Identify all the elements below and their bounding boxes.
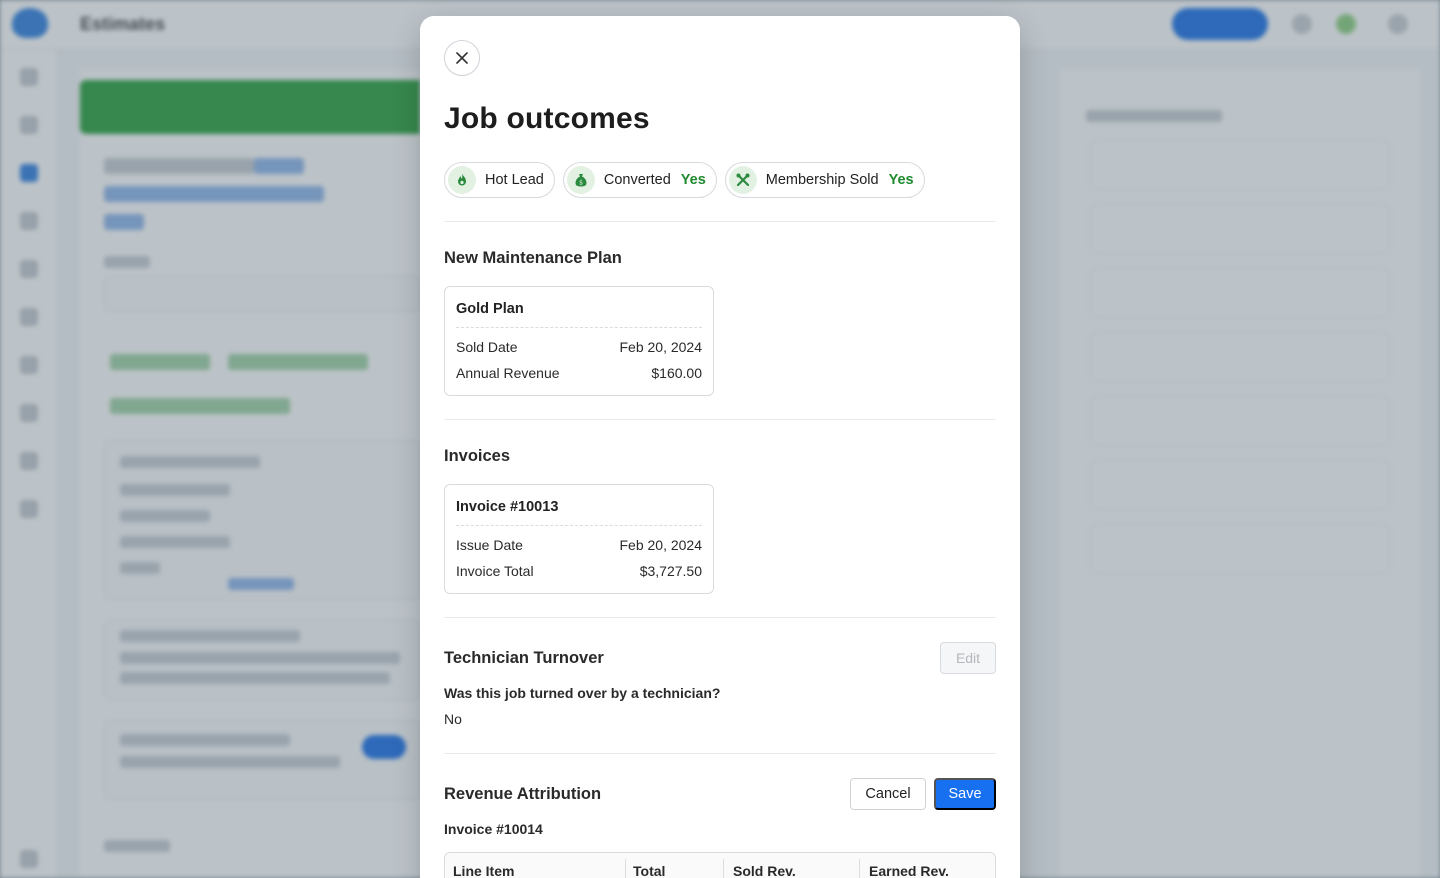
column-separator [625,859,626,878]
turnover-question: Was this job turned over by a technician… [444,685,721,701]
divider [444,753,996,754]
svg-text:$: $ [579,179,583,186]
maintenance-section-title: New Maintenance Plan [444,249,622,267]
close-icon [456,52,468,64]
sold-date-label: Sold Date [456,339,518,355]
invoice-total-value: $3,727.50 [639,563,702,579]
badge-label: Hot Lead [485,172,544,188]
tools-icon [728,166,757,194]
edit-button[interactable]: Edit [940,642,996,674]
badge-value: Yes [680,172,706,188]
annual-revenue-label: Annual Revenue [456,365,560,381]
invoice-total-label: Invoice Total [456,563,534,579]
invoice-number: Invoice #10013 [456,499,559,515]
column-header-sold-rev: Sold Rev. [733,863,796,878]
revenue-section-title: Revenue Attribution [444,785,602,803]
annual-revenue-value: $160.00 [651,365,702,381]
close-button[interactable] [444,40,480,76]
divider [444,221,996,222]
job-outcomes-modal: Job outcomes Hot Lead $ Converted Yes Me… [420,16,1020,878]
card-divider [456,525,702,526]
sold-date-row: Sold Date Feb 20, 2024 [456,339,702,355]
invoices-section-title: Invoices [444,447,511,465]
divider [444,617,996,618]
invoice-total-row: Invoice Total $3,727.50 [456,563,702,579]
column-separator [859,859,860,878]
cancel-button[interactable]: Cancel [850,778,926,810]
issue-date-value: Feb 20, 2024 [619,537,702,553]
column-header-total: Total [633,863,666,878]
card-divider [456,327,702,328]
line-item-table: Line Item Total Sold Rev. Earned Rev. [444,852,996,878]
sold-date-value: Feb 20, 2024 [619,339,702,355]
hot-lead-badge: Hot Lead [444,162,555,198]
badge-value: Yes [888,172,914,188]
membership-sold-badge: Membership Sold Yes [724,162,925,198]
issue-date-label: Issue Date [456,537,523,553]
outcome-badges: Hot Lead $ Converted Yes Membership Sold… [444,162,925,198]
badge-label: Converted [603,172,671,188]
issue-date-row: Issue Date Feb 20, 2024 [456,537,702,553]
column-header-line-item: Line Item [453,863,515,878]
invoice-card[interactable]: Invoice #10013 Issue Date Feb 20, 2024 I… [444,484,714,594]
plan-name: Gold Plan [456,301,524,317]
column-header-earned-rev: Earned Rev. [869,863,949,878]
maintenance-plan-card[interactable]: Gold Plan Sold Date Feb 20, 2024 Annual … [444,286,714,396]
revenue-invoice-label: Invoice #10014 [444,821,543,837]
badge-label: Membership Sold [765,172,879,188]
money-bag-icon: $ [566,166,595,194]
converted-badge: $ Converted Yes [562,162,717,198]
save-button[interactable]: Save [934,778,996,810]
flame-icon [448,166,476,194]
turnover-section-title: Technician Turnover [444,649,604,667]
modal-title: Job outcomes [444,102,650,135]
turnover-answer: No [444,711,462,727]
divider [444,419,996,420]
annual-revenue-row: Annual Revenue $160.00 [456,365,702,381]
column-separator [723,859,724,878]
